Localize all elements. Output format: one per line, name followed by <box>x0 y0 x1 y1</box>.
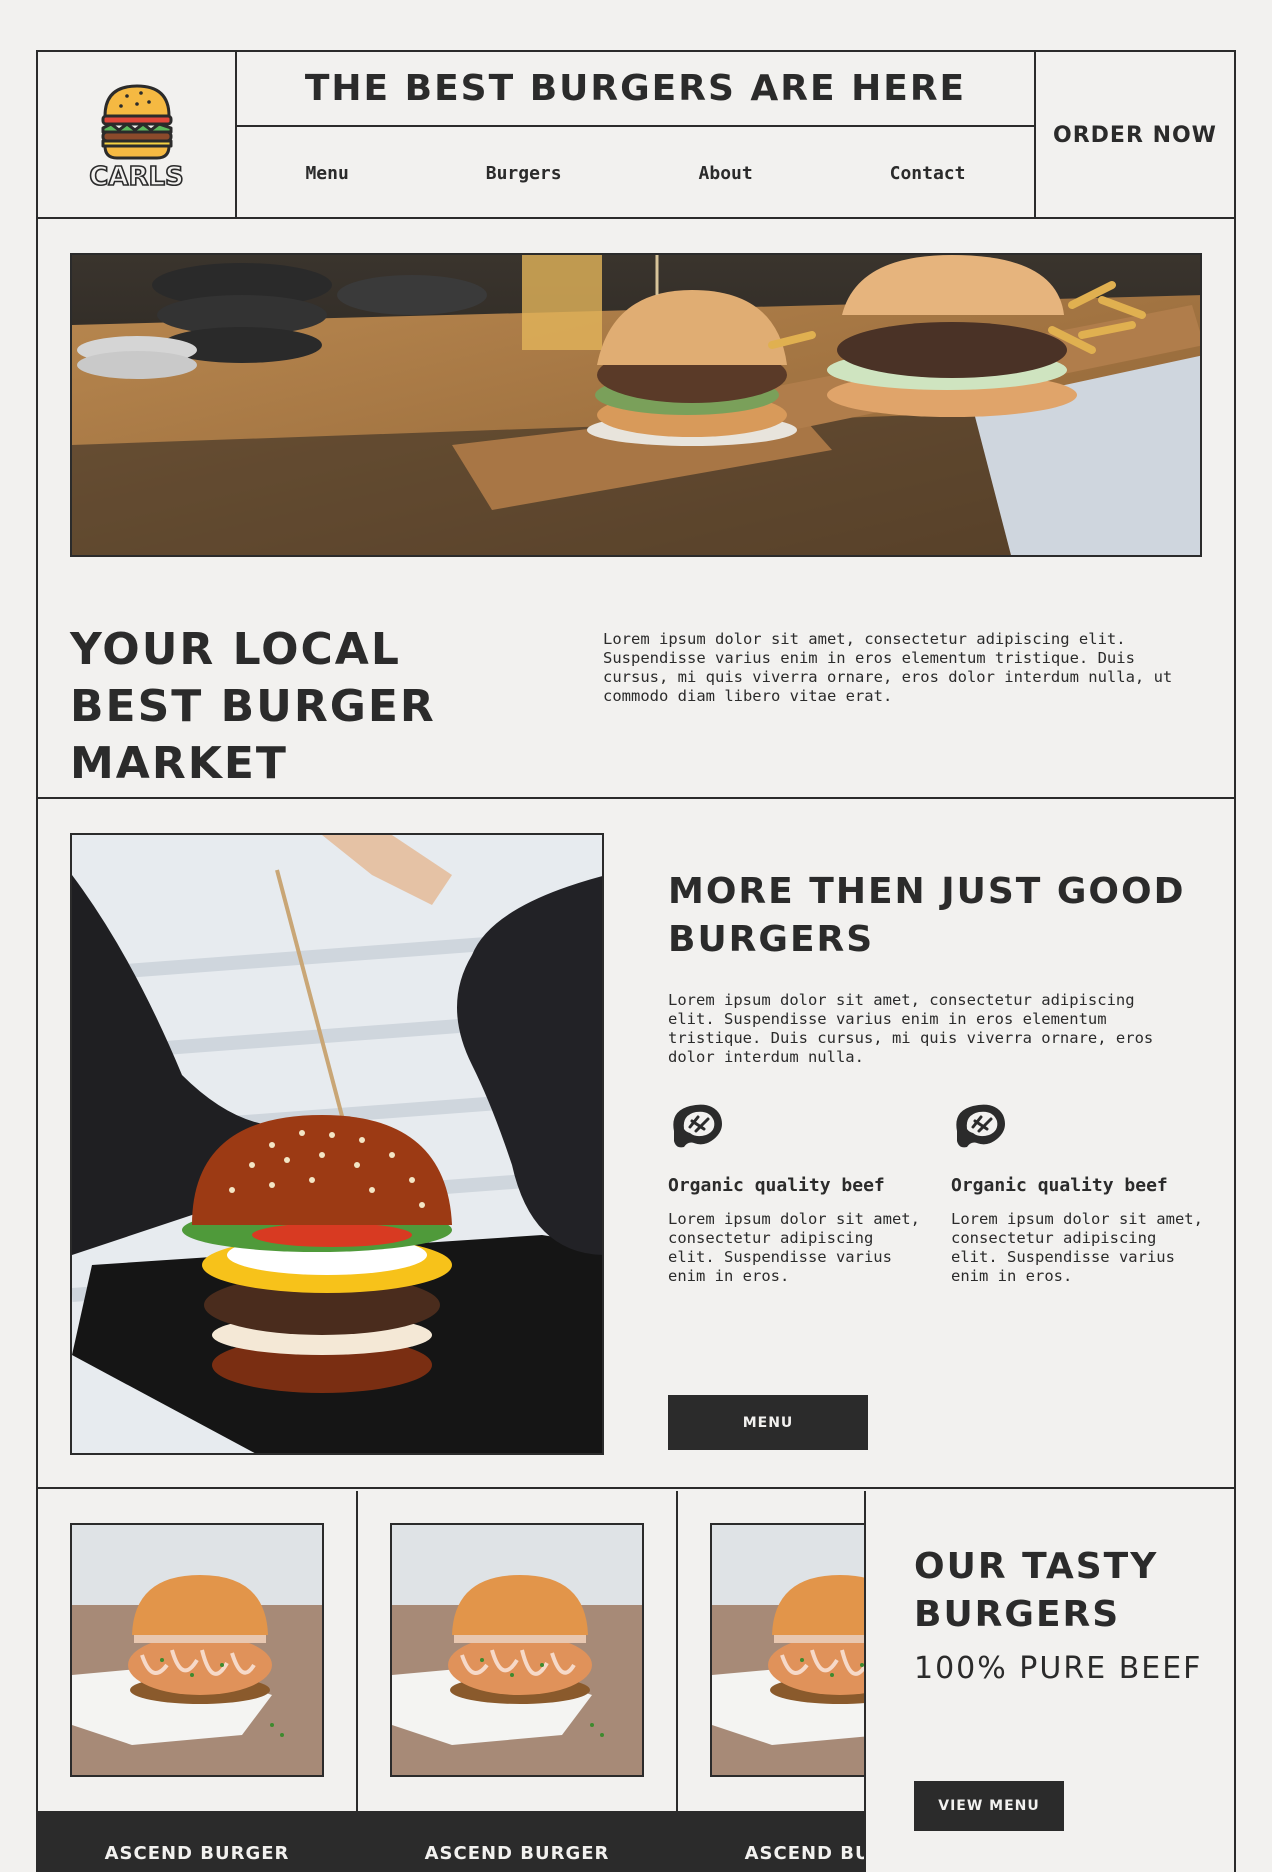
burgers-section: ASCEND BURGER ASCEND BURGER ASCEND BURGE… <box>38 1491 1234 1872</box>
hero-text: Lorem ipsum dolor sit amet, consectetur … <box>603 630 1173 705</box>
hero-section: YOUR LOCAL BEST BURGER MARKET Lorem ipsu… <box>38 221 1234 799</box>
menu-button[interactable]: MENU <box>668 1395 868 1450</box>
burger-name: ASCEND BURGER <box>38 1811 356 1872</box>
about-text: Lorem ipsum dolor sit amet, consectetur … <box>668 991 1154 1066</box>
burger-name: ASCEND BURGER <box>358 1811 676 1872</box>
tasty-title: OUR TASTY BURGERS <box>914 1546 1159 1635</box>
order-now-button[interactable]: ORDER NOW <box>1034 52 1234 219</box>
nav-item-about[interactable]: About <box>699 163 753 184</box>
feature-title: Organic quality beef <box>951 1175 1168 1196</box>
about-image <box>70 833 604 1455</box>
main-nav: Menu Burgers About Contact <box>237 127 1034 219</box>
burger-image <box>70 1523 324 1777</box>
tasty-subtitle: 100% PURE BEEF <box>914 1651 1203 1686</box>
tasty-panel: OUR TASTY BURGERS 100% PURE BEEF VIEW ME… <box>864 1491 1234 1872</box>
burger-icon <box>97 80 177 160</box>
feature-text: Lorem ipsum dolor sit amet, consectetur … <box>951 1210 1203 1285</box>
nav-item-burgers[interactable]: Burgers <box>486 163 562 184</box>
page-frame: CARLS THE BEST BURGERS ARE HERE Menu Bur… <box>36 50 1236 1872</box>
hero-title: YOUR LOCAL BEST BURGER MARKET <box>70 624 436 789</box>
logo[interactable]: CARLS <box>38 52 237 219</box>
nav-item-menu[interactable]: Menu <box>305 163 348 184</box>
feature-card: Organic quality beef Lorem ipsum dolor s… <box>951 1101 1211 1286</box>
steak-icon <box>951 1101 1211 1151</box>
hero-image <box>70 253 1202 557</box>
feature-text: Lorem ipsum dolor sit amet, consectetur … <box>668 1210 920 1285</box>
order-now-label: ORDER NOW <box>1053 123 1217 148</box>
about-section: MORE THEN JUST GOOD BURGERS Lorem ipsum … <box>38 801 1234 1489</box>
site-header: CARLS THE BEST BURGERS ARE HERE Menu Bur… <box>38 52 1234 219</box>
feature-title: Organic quality beef <box>668 1175 885 1196</box>
page-title: THE BEST BURGERS ARE HERE <box>304 68 967 109</box>
logo-text: CARLS <box>88 161 184 193</box>
header-title-cell: THE BEST BURGERS ARE HERE <box>237 52 1034 127</box>
burger-image <box>390 1523 644 1777</box>
feature-card: Organic quality beef Lorem ipsum dolor s… <box>668 1101 928 1286</box>
burger-card[interactable]: ASCEND BURGER <box>358 1491 678 1872</box>
nav-item-contact[interactable]: Contact <box>890 163 966 184</box>
about-title: MORE THEN JUST GOOD BURGERS <box>668 871 1186 960</box>
steak-icon <box>668 1101 928 1151</box>
burger-card[interactable]: ASCEND BURGER <box>38 1491 358 1872</box>
view-menu-button[interactable]: VIEW MENU <box>914 1781 1064 1831</box>
